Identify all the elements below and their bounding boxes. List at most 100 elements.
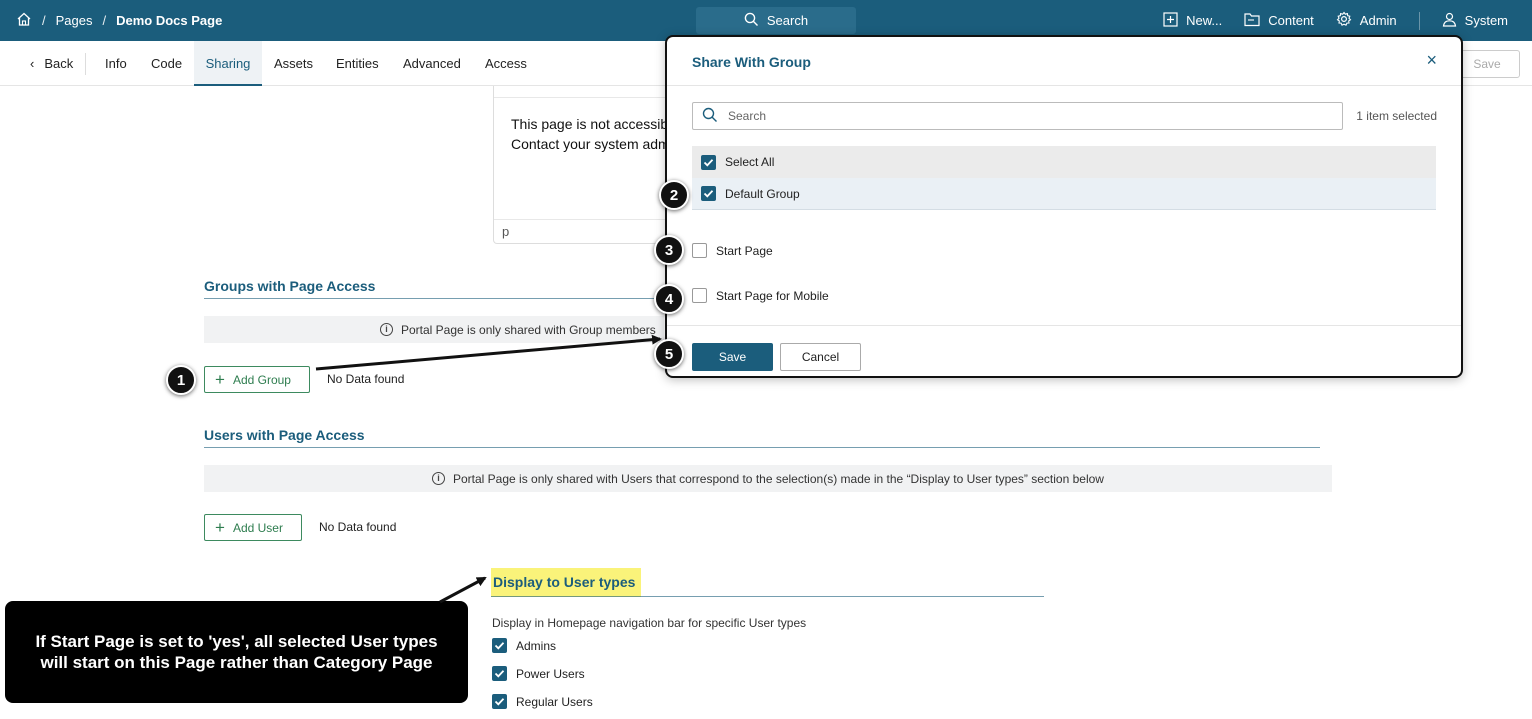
step-badge-2: 2 — [659, 180, 689, 210]
step-badge-4: 4 — [654, 284, 684, 314]
checkbox-empty-icon[interactable] — [692, 288, 707, 303]
system-label: System — [1464, 13, 1508, 28]
checkbox-checked-icon[interactable] — [492, 638, 507, 653]
close-icon[interactable]: × — [1426, 51, 1437, 69]
user-type-admins[interactable]: Admins — [492, 638, 556, 653]
tab-assets[interactable]: Assets — [274, 41, 313, 86]
editor-text-line: Contact your system adm — [511, 136, 670, 152]
group-label: Default Group — [725, 186, 800, 201]
search-icon — [702, 107, 718, 126]
section-divider — [491, 596, 1044, 597]
start-page-label: Start Page — [716, 243, 773, 258]
start-page-mobile-label: Start Page for Mobile — [716, 288, 829, 303]
new-menu[interactable]: New... — [1163, 11, 1223, 30]
page-save-button[interactable]: Save — [1454, 50, 1520, 78]
note-line: If Start Page is set to 'yes', all selec… — [35, 632, 438, 651]
tab-advanced[interactable]: Advanced — [403, 41, 461, 86]
search-icon — [744, 12, 759, 30]
step-badge-3: 3 — [654, 235, 684, 265]
plus-icon: + — [215, 370, 225, 389]
plus-icon: + — [215, 518, 225, 537]
breadcrumb-separator: / — [102, 13, 107, 28]
breadcrumb-current-page: Demo Docs Page — [116, 13, 223, 28]
back-label: Back — [44, 56, 74, 71]
groups-no-data: No Data found — [327, 372, 405, 386]
breadcrumb: / Pages / Demo Docs Page — [16, 0, 222, 41]
content-menu[interactable]: Content — [1244, 12, 1314, 30]
add-user-button[interactable]: + Add User — [204, 514, 302, 541]
step-badge-5: 5 — [654, 339, 684, 369]
section-divider — [204, 447, 1320, 448]
menu-divider — [1418, 11, 1420, 30]
breadcrumb-separator: / — [42, 13, 46, 28]
tab-entities[interactable]: Entities — [336, 41, 379, 86]
content-editor-preview[interactable]: This page is not accessib Contact your s… — [493, 86, 673, 244]
add-group-label: Add Group — [232, 372, 291, 387]
checkbox-checked-icon[interactable] — [492, 694, 507, 709]
editor-text-line: This page is not accessib — [511, 116, 669, 132]
plus-square-icon — [1163, 11, 1178, 30]
start-page-mobile-option[interactable]: Start Page for Mobile — [692, 288, 829, 303]
checkbox-checked-icon[interactable] — [492, 666, 507, 681]
select-all-row[interactable]: Select All — [692, 146, 1436, 178]
editor-status-bar: p — [494, 219, 672, 243]
dialog-cancel-button[interactable]: Cancel — [780, 343, 861, 371]
users-info-box: i Portal Page is only shared with Users … — [204, 465, 1332, 492]
dialog-search-input[interactable]: Search — [692, 102, 1343, 130]
checkbox-checked-icon[interactable] — [701, 154, 716, 170]
dialog-footer: Save Cancel — [667, 325, 1461, 376]
editor-text: This page is not accessib Contact your s… — [511, 114, 670, 154]
group-row-default[interactable]: Default Group — [692, 178, 1436, 210]
admin-menu[interactable]: Admin — [1336, 11, 1397, 30]
info-icon: i — [432, 472, 445, 485]
selected-count: 1 item selected — [1356, 109, 1437, 123]
share-with-group-dialog: Share With Group × Search 1 item selecte… — [665, 35, 1463, 378]
editor-toolbar — [494, 86, 672, 98]
global-search-button[interactable]: Search — [696, 7, 856, 34]
user-type-label: Regular Users — [516, 694, 593, 709]
admin-label: Admin — [1359, 13, 1397, 28]
arrow-to-user-types — [439, 576, 487, 604]
step-badge-1: 1 — [166, 365, 196, 395]
start-page-option[interactable]: Start Page — [692, 243, 773, 258]
user-type-label: Admins — [516, 638, 557, 653]
note-line: will start on this Page rather than Cate… — [40, 653, 433, 672]
users-section-title: Users with Page Access — [204, 427, 365, 443]
add-user-label: Add User — [232, 520, 283, 535]
arrow-to-dialog-save — [315, 334, 662, 371]
user-types-section-title: Display to User types — [491, 568, 642, 597]
add-group-button[interactable]: + Add Group — [204, 366, 310, 393]
checkbox-checked-icon[interactable] — [701, 186, 716, 201]
annotation-note: If Start Page is set to 'yes', all selec… — [5, 601, 468, 703]
info-icon: i — [380, 323, 393, 336]
select-all-label: Select All — [725, 155, 775, 169]
system-user-menu[interactable]: System — [1442, 12, 1508, 30]
breadcrumb-pages[interactable]: Pages — [56, 13, 93, 28]
user-type-label: Power Users — [516, 666, 585, 681]
folder-icon — [1244, 12, 1260, 30]
dialog-title: Share With Group — [692, 54, 811, 70]
search-placeholder: Search — [728, 109, 767, 123]
tab-access[interactable]: Access — [485, 41, 527, 86]
chevron-left-icon: ‹ — [30, 56, 35, 71]
home-icon[interactable] — [16, 11, 32, 30]
back-button[interactable]: ‹ Back — [30, 53, 87, 75]
user-type-power-users[interactable]: Power Users — [492, 666, 585, 681]
search-label: Search — [766, 13, 809, 28]
groups-info-text: Portal Page is only shared with Group me… — [401, 322, 656, 337]
users-no-data: No Data found — [319, 520, 397, 534]
gear-icon — [1336, 11, 1352, 30]
new-label: New... — [1186, 13, 1223, 28]
users-info-text: Portal Page is only shared with Users th… — [453, 471, 1104, 486]
user-icon — [1442, 12, 1457, 30]
user-types-subtitle: Display in Homepage navigation bar for s… — [492, 616, 807, 630]
checkbox-empty-icon[interactable] — [692, 243, 707, 258]
groups-section-title: Groups with Page Access — [204, 278, 376, 294]
tab-code[interactable]: Code — [151, 41, 182, 86]
dialog-header: Share With Group × — [667, 37, 1461, 86]
tab-info[interactable]: Info — [105, 41, 127, 86]
tab-sharing[interactable]: Sharing — [194, 41, 262, 86]
groups-info-box: i Portal Page is only shared with Group … — [204, 316, 664, 343]
dialog-save-button[interactable]: Save — [692, 343, 773, 371]
user-type-regular-users[interactable]: Regular Users — [492, 694, 593, 709]
